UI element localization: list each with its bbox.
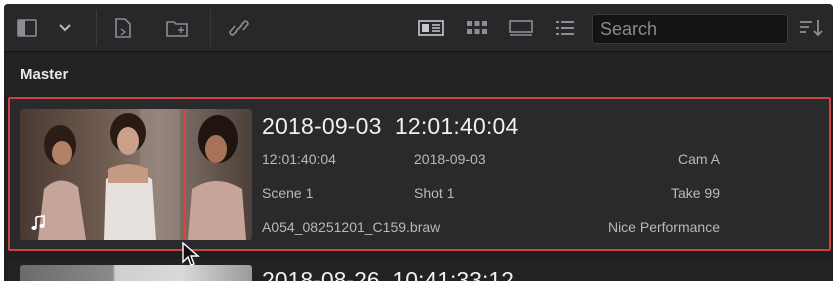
clip-take: Take 99: [670, 185, 720, 201]
thumbnail-view-icon[interactable]: [462, 4, 492, 52]
clip-filename: A054_08251201_C159.braw: [262, 219, 441, 235]
clip-thumbnail[interactable]: [20, 109, 252, 240]
list-view-icon[interactable]: [550, 4, 580, 52]
link-icon[interactable]: [224, 4, 254, 52]
clip-card[interactable]: 2018-08-26 10:41:33:12: [8, 259, 831, 281]
bin-title: Master: [20, 66, 69, 83]
sidebar-toggle-icon[interactable]: [12, 4, 42, 52]
clip-thumbnail[interactable]: [20, 265, 252, 281]
music-note-icon: [30, 215, 46, 235]
clip-timecode: 12:01:40:04: [262, 151, 336, 167]
clip-comment: Nice Performance: [607, 219, 720, 235]
new-bin-icon[interactable]: [162, 4, 192, 52]
toolbar-divider: [96, 10, 97, 46]
chevron-down-icon[interactable]: [52, 4, 78, 52]
new-clip-icon[interactable]: [108, 4, 138, 52]
clip-date: 2018-09-03: [414, 151, 486, 167]
clip-title: 2018-08-26 10:41:33:12: [262, 267, 514, 281]
playhead-marker[interactable]: [184, 109, 186, 240]
search-input[interactable]: Search: [592, 14, 788, 44]
filmstrip-view-icon[interactable]: [506, 4, 536, 52]
media-pool-panel: Search Master 2018-09-03 12:01:40:04 12:…: [4, 4, 833, 281]
clip-card-selected[interactable]: 2018-09-03 12:01:40:04 12:01:40:04 2018-…: [8, 97, 831, 251]
clip-camera: Cam A: [677, 151, 720, 167]
clip-scene: Scene 1: [262, 185, 314, 201]
sort-icon[interactable]: [794, 4, 828, 52]
bin-header: Master: [4, 53, 833, 95]
toolbar-divider: [210, 10, 211, 46]
metadata-view-icon[interactable]: [416, 4, 446, 52]
mouse-cursor-icon: [182, 241, 200, 272]
clip-title: 2018-09-03 12:01:40:04: [262, 113, 519, 139]
clip-shot: Shot 1: [414, 185, 455, 201]
media-pool-toolbar: Search: [4, 4, 833, 52]
